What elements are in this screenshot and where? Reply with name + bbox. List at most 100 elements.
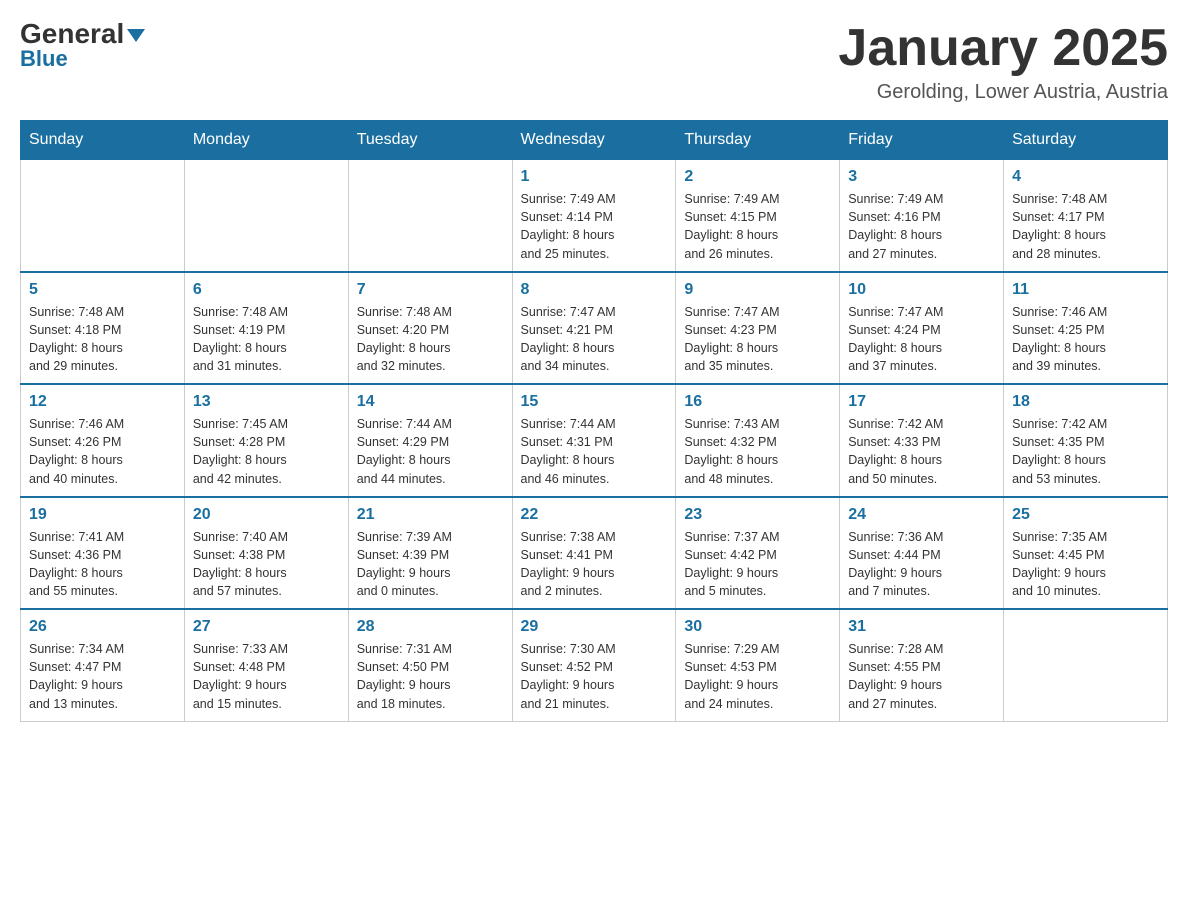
day-cell-w1-d6: 11 Sunrise: 7:46 AM Sunset: 4:25 PM Dayli… <box>1004 272 1168 385</box>
day-number: 23 <box>684 506 831 524</box>
title-area: January 2025 Gerolding, Lower Austria, A… <box>838 20 1168 104</box>
day-cell-w1-d5: 10Sunrise: 7:47 AM Sunset: 4:24 PM Dayli… <box>840 272 1004 385</box>
day-info: Sunrise: 7:49 AM Sunset: 4:14 PM Dayligh… <box>521 190 668 263</box>
day-info: Sunrise: 7:39 AM Sunset: 4:39 PM Dayligh… <box>357 528 504 601</box>
day-number: 16 <box>684 393 831 411</box>
day-number: 4 <box>1012 168 1159 186</box>
day-number: 14 <box>357 393 504 411</box>
day-number: 20 <box>193 506 340 524</box>
day-info: Sunrise: 7:47 AM Sunset: 4:21 PM Dayligh… <box>521 303 668 376</box>
day-info: Sunrise: 7:43 AM Sunset: 4:32 PM Dayligh… <box>684 415 831 488</box>
day-cell-w0-d1 <box>184 160 348 272</box>
day-number: 15 <box>521 393 668 411</box>
day-info: Sunrise: 7:31 AM Sunset: 4:50 PM Dayligh… <box>357 640 504 713</box>
day-cell-w3-d1: 20 Sunrise: 7:40 AM Sunset: 4:38 PM Dayli… <box>184 497 348 610</box>
day-info: Sunrise: 7:49 AM Sunset: 4:15 PM Dayligh… <box>684 190 831 263</box>
weekday-header-row: Sunday Monday Tuesday Wednesday Thursday… <box>21 121 1168 160</box>
day-number: 28 <box>357 618 504 636</box>
calendar-title: January 2025 <box>838 20 1168 77</box>
day-info: Sunrise: 7:33 AM Sunset: 4:48 PM Dayligh… <box>193 640 340 713</box>
header: General Blue January 2025 Gerolding, Low… <box>20 20 1168 104</box>
day-info: Sunrise: 7:45 AM Sunset: 4:28 PM Dayligh… <box>193 415 340 488</box>
day-cell-w0-d4: 2 Sunrise: 7:49 AM Sunset: 4:15 PM Daylig… <box>676 160 840 272</box>
day-cell-w2-d4: 16 Sunrise: 7:43 AM Sunset: 4:32 PM Dayli… <box>676 384 840 497</box>
day-cell-w2-d0: 12 Sunrise: 7:46 AM Sunset: 4:26 PM Dayli… <box>21 384 185 497</box>
day-number: 24 <box>848 506 995 524</box>
day-number: 2 <box>684 168 831 186</box>
day-number: 8 <box>521 281 668 299</box>
day-info: Sunrise: 7:40 AM Sunset: 4:38 PM Dayligh… <box>193 528 340 601</box>
day-cell-w2-d3: 15 Sunrise: 7:44 AM Sunset: 4:31 PM Dayli… <box>512 384 676 497</box>
day-info: Sunrise: 7:48 AM Sunset: 4:19 PM Dayligh… <box>193 303 340 376</box>
day-number: 29 <box>521 618 668 636</box>
day-info: Sunrise: 7:34 AM Sunset: 4:47 PM Dayligh… <box>29 640 176 713</box>
day-info: Sunrise: 7:48 AM Sunset: 4:17 PM Dayligh… <box>1012 190 1159 263</box>
day-number: 21 <box>357 506 504 524</box>
day-number: 17 <box>848 393 995 411</box>
day-info: Sunrise: 7:36 AM Sunset: 4:44 PM Dayligh… <box>848 528 995 601</box>
day-number: 25 <box>1012 506 1159 524</box>
day-info: Sunrise: 7:42 AM Sunset: 4:33 PM Dayligh… <box>848 415 995 488</box>
day-cell-w1-d2: 7 Sunrise: 7:48 AM Sunset: 4:20 PM Daylig… <box>348 272 512 385</box>
day-info: Sunrise: 7:46 AM Sunset: 4:26 PM Dayligh… <box>29 415 176 488</box>
header-tuesday: Tuesday <box>348 121 512 160</box>
day-number: 9 <box>684 281 831 299</box>
day-cell-w0-d2 <box>348 160 512 272</box>
day-number: 19 <box>29 506 176 524</box>
day-info: Sunrise: 7:44 AM Sunset: 4:29 PM Dayligh… <box>357 415 504 488</box>
day-cell-w4-d3: 29Sunrise: 7:30 AM Sunset: 4:52 PM Dayli… <box>512 609 676 721</box>
day-cell-w4-d0: 26 Sunrise: 7:34 AM Sunset: 4:47 PM Dayli… <box>21 609 185 721</box>
day-info: Sunrise: 7:29 AM Sunset: 4:53 PM Dayligh… <box>684 640 831 713</box>
day-info: Sunrise: 7:46 AM Sunset: 4:25 PM Dayligh… <box>1012 303 1159 376</box>
day-cell-w0-d3: 1Sunrise: 7:49 AM Sunset: 4:14 PM Daylig… <box>512 160 676 272</box>
day-info: Sunrise: 7:35 AM Sunset: 4:45 PM Dayligh… <box>1012 528 1159 601</box>
day-cell-w0-d5: 3 Sunrise: 7:49 AM Sunset: 4:16 PM Daylig… <box>840 160 1004 272</box>
day-cell-w0-d6: 4 Sunrise: 7:48 AM Sunset: 4:17 PM Daylig… <box>1004 160 1168 272</box>
week-row-2: 12 Sunrise: 7:46 AM Sunset: 4:26 PM Dayli… <box>21 384 1168 497</box>
day-number: 10 <box>848 281 995 299</box>
day-cell-w4-d2: 28 Sunrise: 7:31 AM Sunset: 4:50 PM Dayli… <box>348 609 512 721</box>
day-cell-w1-d3: 8 Sunrise: 7:47 AM Sunset: 4:21 PM Daylig… <box>512 272 676 385</box>
day-info: Sunrise: 7:49 AM Sunset: 4:16 PM Dayligh… <box>848 190 995 263</box>
day-number: 7 <box>357 281 504 299</box>
week-row-0: 1Sunrise: 7:49 AM Sunset: 4:14 PM Daylig… <box>21 160 1168 272</box>
day-cell-w2-d5: 17 Sunrise: 7:42 AM Sunset: 4:33 PM Dayli… <box>840 384 1004 497</box>
header-friday: Friday <box>840 121 1004 160</box>
day-cell-w2-d6: 18Sunrise: 7:42 AM Sunset: 4:35 PM Dayli… <box>1004 384 1168 497</box>
day-number: 18 <box>1012 393 1159 411</box>
logo-blue: Blue <box>20 46 68 72</box>
day-cell-w1-d0: 5 Sunrise: 7:48 AM Sunset: 4:18 PM Daylig… <box>21 272 185 385</box>
day-info: Sunrise: 7:37 AM Sunset: 4:42 PM Dayligh… <box>684 528 831 601</box>
day-number: 6 <box>193 281 340 299</box>
day-cell-w3-d5: 24 Sunrise: 7:36 AM Sunset: 4:44 PM Dayli… <box>840 497 1004 610</box>
day-info: Sunrise: 7:41 AM Sunset: 4:36 PM Dayligh… <box>29 528 176 601</box>
day-number: 31 <box>848 618 995 636</box>
day-cell-w4-d5: 31Sunrise: 7:28 AM Sunset: 4:55 PM Dayli… <box>840 609 1004 721</box>
day-cell-w4-d1: 27Sunrise: 7:33 AM Sunset: 4:48 PM Dayli… <box>184 609 348 721</box>
day-number: 5 <box>29 281 176 299</box>
day-info: Sunrise: 7:44 AM Sunset: 4:31 PM Dayligh… <box>521 415 668 488</box>
day-number: 12 <box>29 393 176 411</box>
week-row-4: 26 Sunrise: 7:34 AM Sunset: 4:47 PM Dayli… <box>21 609 1168 721</box>
day-number: 22 <box>521 506 668 524</box>
day-cell-w2-d2: 14 Sunrise: 7:44 AM Sunset: 4:29 PM Dayli… <box>348 384 512 497</box>
day-cell-w2-d1: 13Sunrise: 7:45 AM Sunset: 4:28 PM Dayli… <box>184 384 348 497</box>
day-number: 3 <box>848 168 995 186</box>
day-cell-w0-d0 <box>21 160 185 272</box>
day-cell-w3-d2: 21 Sunrise: 7:39 AM Sunset: 4:39 PM Dayli… <box>348 497 512 610</box>
day-cell-w3-d6: 25 Sunrise: 7:35 AM Sunset: 4:45 PM Dayli… <box>1004 497 1168 610</box>
day-number: 11 <box>1012 281 1159 299</box>
day-info: Sunrise: 7:48 AM Sunset: 4:18 PM Dayligh… <box>29 303 176 376</box>
logo: General Blue <box>20 20 145 72</box>
day-info: Sunrise: 7:48 AM Sunset: 4:20 PM Dayligh… <box>357 303 504 376</box>
calendar-subtitle: Gerolding, Lower Austria, Austria <box>838 81 1168 104</box>
day-number: 30 <box>684 618 831 636</box>
header-wednesday: Wednesday <box>512 121 676 160</box>
day-number: 26 <box>29 618 176 636</box>
day-cell-w4-d6 <box>1004 609 1168 721</box>
day-info: Sunrise: 7:38 AM Sunset: 4:41 PM Dayligh… <box>521 528 668 601</box>
header-sunday: Sunday <box>21 121 185 160</box>
day-cell-w3-d4: 23 Sunrise: 7:37 AM Sunset: 4:42 PM Dayli… <box>676 497 840 610</box>
header-monday: Monday <box>184 121 348 160</box>
header-thursday: Thursday <box>676 121 840 160</box>
